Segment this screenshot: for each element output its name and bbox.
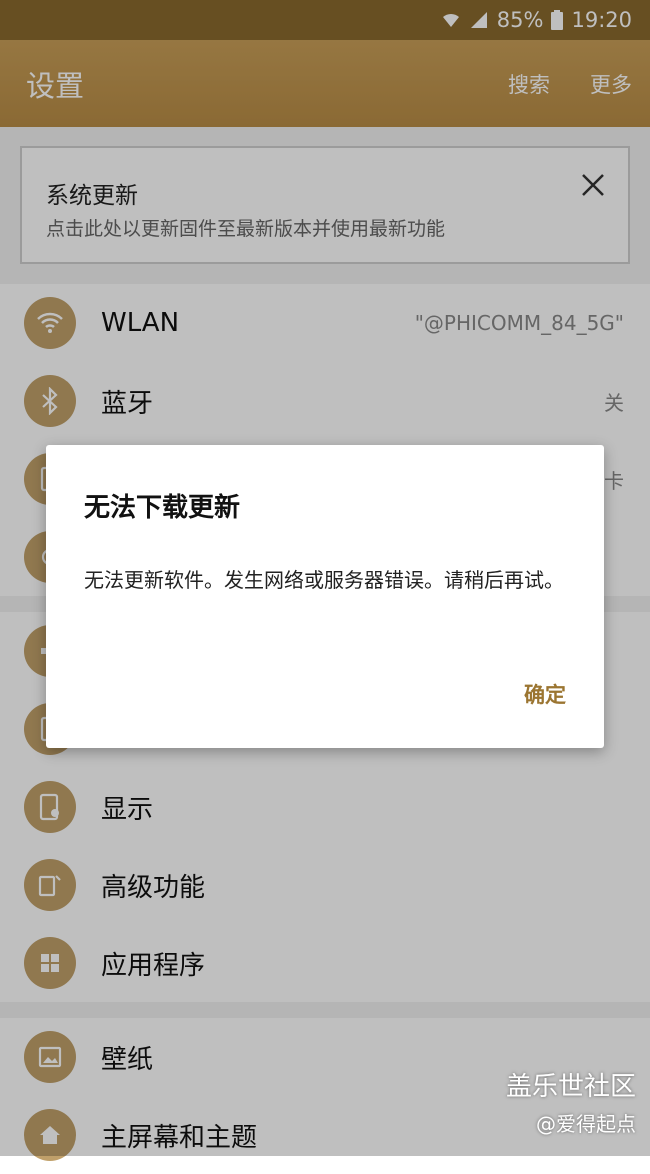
dialog-message: 无法更新软件。发生网络或服务器错误。请稍后再试。 [84,568,564,592]
ok-button[interactable]: 确定 [524,679,566,709]
dialog-title: 无法下载更新 [84,493,241,523]
download-error-dialog: 无法下载更新 无法更新软件。发生网络或服务器错误。请稍后再试。 确定 [46,445,604,748]
watermark-handle: @爱得起点 [536,1112,636,1136]
watermark-title: 盖乐世社区 [505,1072,636,1102]
